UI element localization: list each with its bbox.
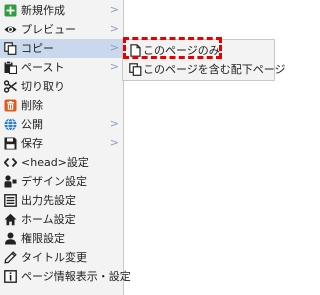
submenu-item-include-subpages[interactable]: このページを含む配下ページ bbox=[123, 60, 286, 79]
menu-item-label: ページ情報表示・設定 bbox=[21, 270, 131, 283]
submenu-item-label: このページのみ bbox=[143, 44, 220, 57]
plus-box-icon bbox=[4, 4, 17, 17]
code-icon bbox=[4, 156, 17, 169]
save-icon bbox=[4, 137, 17, 150]
menu-item-label: 切り取り bbox=[21, 80, 65, 93]
submenu-arrow-icon: > bbox=[109, 117, 119, 130]
menu-item-new[interactable]: 新規作成 > bbox=[0, 1, 123, 20]
user-icon bbox=[4, 232, 17, 245]
menu-item-label: デザイン設定 bbox=[21, 175, 87, 188]
pages-icon bbox=[129, 63, 142, 76]
menu-item-label: タイトル変更 bbox=[21, 251, 87, 264]
menu-item-design-settings[interactable]: デザイン設定 bbox=[0, 172, 123, 191]
menu-item-label: 削除 bbox=[21, 99, 43, 112]
menu-item-save[interactable]: 保存 > bbox=[0, 134, 123, 153]
menu-item-label: 出力先設定 bbox=[21, 194, 76, 207]
copy-submenu: このページのみ このページを含む配下ページ bbox=[122, 39, 286, 81]
design-icon bbox=[4, 175, 17, 188]
menu-item-label: プレビュー bbox=[21, 23, 76, 36]
copy-icon bbox=[4, 42, 17, 55]
menu-item-label: <head>設定 bbox=[21, 156, 89, 169]
scissors-icon bbox=[4, 80, 17, 93]
menu-item-label: 権限設定 bbox=[21, 232, 65, 245]
menu-item-label: ホーム設定 bbox=[21, 213, 76, 226]
submenu-item-this-page-only[interactable]: このページのみ bbox=[123, 41, 274, 60]
submenu-arrow-icon: > bbox=[109, 60, 119, 73]
menu-item-label: 新規作成 bbox=[21, 4, 65, 17]
home-icon bbox=[4, 213, 17, 226]
menu-item-copy[interactable]: コピー > bbox=[0, 39, 123, 58]
eye-icon bbox=[4, 23, 17, 36]
submenu-arrow-icon: > bbox=[109, 136, 119, 149]
menu-item-publish[interactable]: 公開 > bbox=[0, 115, 123, 134]
menu-item-preview[interactable]: プレビュー > bbox=[0, 20, 123, 39]
globe-icon bbox=[4, 118, 17, 131]
menu-item-cut[interactable]: 切り取り bbox=[0, 77, 123, 96]
submenu-arrow-icon: > bbox=[109, 3, 119, 16]
output-icon bbox=[4, 194, 17, 207]
menu-item-head-settings[interactable]: <head>設定 bbox=[0, 153, 123, 172]
menu-item-permission-settings[interactable]: 権限設定 bbox=[0, 229, 123, 248]
menu-item-output-settings[interactable]: 出力先設定 bbox=[0, 191, 123, 210]
menu-item-delete[interactable]: 削除 bbox=[0, 96, 123, 115]
menu-item-label: 公開 bbox=[21, 118, 43, 131]
submenu-arrow-icon: > bbox=[109, 41, 119, 54]
menu-item-page-info[interactable]: ページ情報表示・設定 bbox=[0, 267, 131, 286]
menu-item-label: 保存 bbox=[21, 137, 43, 150]
trash-icon bbox=[4, 99, 17, 112]
context-menu: 新規作成 > プレビュー > コピー > ペースト > 切り取り 削除 公開 >… bbox=[0, 0, 131, 295]
menu-item-label: コピー bbox=[21, 42, 54, 55]
pencil-icon bbox=[4, 251, 17, 264]
menu-item-paste[interactable]: ペースト > bbox=[0, 58, 123, 77]
menu-item-label: ペースト bbox=[21, 61, 65, 74]
paste-icon bbox=[4, 61, 17, 74]
submenu-arrow-icon: > bbox=[109, 22, 119, 35]
info-icon bbox=[4, 270, 17, 283]
submenu-item-label: このページを含む配下ページ bbox=[143, 63, 286, 76]
menu-item-title-change[interactable]: タイトル変更 bbox=[0, 248, 123, 267]
menu-item-home-settings[interactable]: ホーム設定 bbox=[0, 210, 123, 229]
page-icon bbox=[129, 44, 142, 57]
